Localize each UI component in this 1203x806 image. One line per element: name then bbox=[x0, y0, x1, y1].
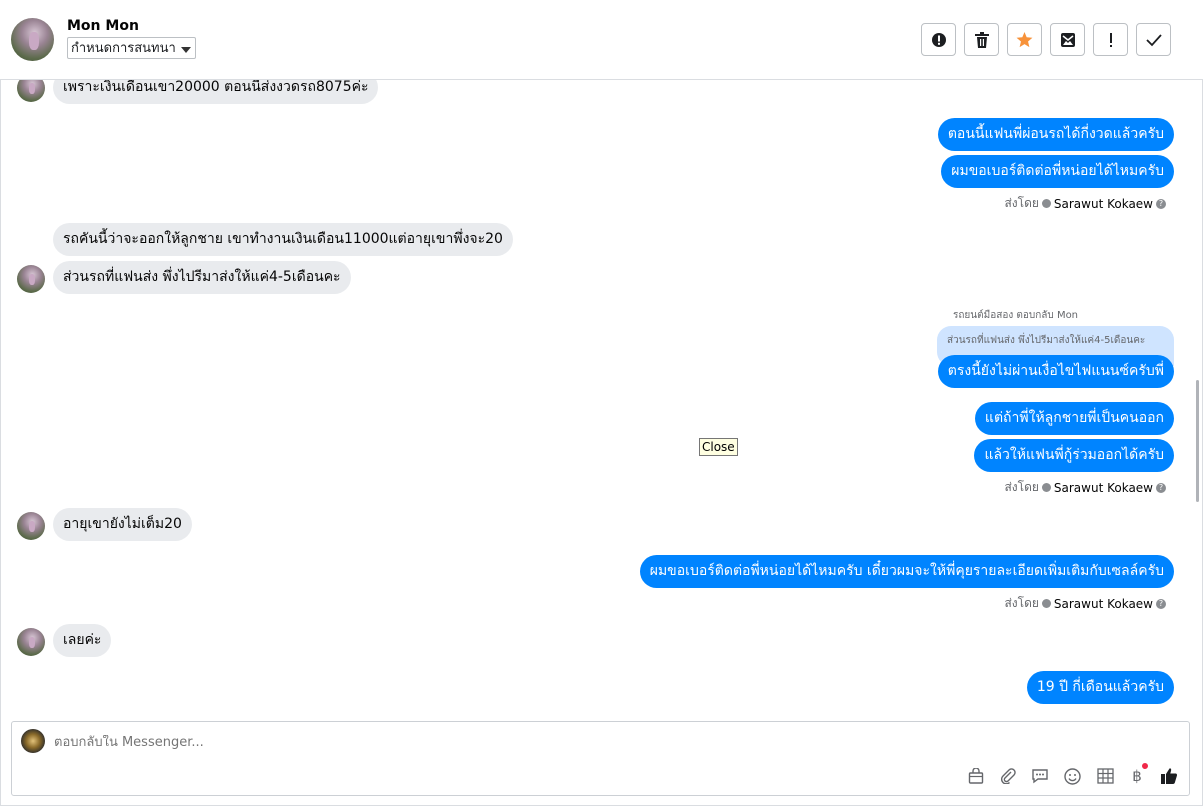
agent-badge-icon bbox=[1041, 199, 1051, 208]
contact-avatar[interactable] bbox=[11, 18, 54, 61]
incoming-message[interactable]: อายุเขายังไม่เต็ม20 bbox=[53, 508, 192, 541]
emoji-icon[interactable] bbox=[1062, 766, 1082, 786]
delete-button[interactable] bbox=[964, 23, 999, 56]
incoming-message[interactable]: เพราะเงินเดือนเขา20000 ตอนนี้ส่งงวดรถ807… bbox=[53, 80, 379, 104]
outgoing-message[interactable]: 19 ปี กี่เดือนแล้วครับ bbox=[1026, 671, 1174, 704]
trash-icon bbox=[974, 31, 989, 48]
notification-dot bbox=[1142, 763, 1148, 769]
exclamation-icon bbox=[1109, 32, 1112, 47]
tooltip: Close bbox=[699, 438, 738, 456]
baht-icon[interactable]: ฿ bbox=[1127, 763, 1148, 786]
help-icon[interactable]: ? bbox=[1156, 482, 1166, 493]
outgoing-message[interactable]: แต่ถ้าพี่ให้ลูกชายพี่เป็นคนออก bbox=[974, 402, 1174, 435]
envelope-image-icon bbox=[1060, 32, 1075, 47]
agent-badge-icon bbox=[1041, 599, 1051, 608]
star-icon bbox=[1016, 31, 1033, 47]
sender-avatar[interactable] bbox=[17, 265, 45, 293]
page-avatar bbox=[21, 729, 45, 753]
help-icon[interactable]: ? bbox=[1156, 598, 1166, 609]
outgoing-message[interactable]: ผมขอเบอร์ติดต่อพี่หน่อยได้ไหมครับ เดี๋ยว… bbox=[639, 555, 1174, 588]
mark-spam-button[interactable] bbox=[921, 23, 956, 56]
help-icon[interactable]: ? bbox=[1156, 198, 1166, 209]
sender-avatar[interactable] bbox=[17, 628, 45, 656]
outgoing-message[interactable]: ตอนนี้แฟนพี่ผ่อนรถได้กี่งวดแล้วครับ bbox=[937, 118, 1174, 151]
saved-reply-icon[interactable] bbox=[1030, 766, 1050, 786]
sent-by-label: ส่งโดย Sarawut Kokaew ? bbox=[1004, 478, 1166, 497]
paperclip-icon[interactable] bbox=[998, 766, 1018, 786]
conversation-header: Mon Mon กำหนดการสนทนา bbox=[0, 0, 1203, 80]
sender-avatar[interactable] bbox=[17, 512, 45, 540]
mark-done-button[interactable] bbox=[1136, 23, 1171, 56]
reply-input[interactable] bbox=[54, 735, 654, 750]
mark-unread-button[interactable] bbox=[1050, 23, 1085, 56]
outgoing-message[interactable]: ตรงนี้ยังไม่ผ่านเงื่อไขไฟแนนซ์ครับพี่ bbox=[937, 355, 1174, 388]
conversation-label-select[interactable]: กำหนดการสนทนา bbox=[67, 37, 196, 59]
sent-by-prefix: ส่งโดย bbox=[1004, 196, 1039, 210]
sent-by-label: ส่งโดย Sarawut Kokaew ? bbox=[1004, 194, 1166, 213]
reply-context-label: รถยนต์มือสอง ตอบกลับ Mon bbox=[953, 310, 1079, 321]
message-thread[interactable]: เพราะเงินเดือนเขา20000 ตอนนี้ส่งงวดรถ807… bbox=[0, 80, 1195, 716]
message-composer: ฿ bbox=[11, 721, 1190, 796]
sent-by-prefix: ส่งโดย bbox=[1004, 596, 1039, 610]
outgoing-message[interactable]: แล้วให้แฟนพี่กู้ร่วมออกได้ครับ bbox=[974, 439, 1174, 472]
star-button[interactable] bbox=[1007, 23, 1042, 56]
mark-important-button[interactable] bbox=[1093, 23, 1128, 56]
agent-name[interactable]: Sarawut Kokaew bbox=[1054, 597, 1153, 611]
incoming-message[interactable]: ส่วนรถที่แฟนส่ง พึ่งไปรีมาส่งให้แค่4-5เด… bbox=[53, 261, 351, 294]
sent-by-label: ส่งโดย Sarawut Kokaew ? bbox=[1004, 594, 1166, 613]
label-select-value: กำหนดการสนทนา bbox=[71, 41, 176, 56]
bag-icon[interactable] bbox=[966, 766, 986, 786]
checkmark-icon bbox=[1145, 33, 1162, 46]
agent-badge-icon bbox=[1041, 483, 1051, 492]
agent-name[interactable]: Sarawut Kokaew bbox=[1054, 481, 1153, 495]
contact-name[interactable]: Mon Mon bbox=[67, 18, 139, 34]
incoming-message[interactable]: เลยค่ะ bbox=[53, 624, 112, 657]
sender-avatar[interactable] bbox=[17, 80, 45, 102]
outgoing-message[interactable]: ผมขอเบอร์ติดต่อพี่หน่อยได้ไหมครับ bbox=[941, 155, 1174, 188]
incoming-message[interactable]: รถคันนี้ว่าจะออกให้ลูกชาย เขาทำงานเงินเด… bbox=[53, 223, 513, 256]
chevron-down-icon bbox=[181, 47, 191, 53]
table-icon[interactable] bbox=[1095, 766, 1115, 786]
thread-scrollbar[interactable] bbox=[1196, 380, 1199, 502]
alert-circle-icon bbox=[931, 32, 946, 47]
like-icon[interactable] bbox=[1159, 766, 1179, 786]
agent-name[interactable]: Sarawut Kokaew bbox=[1054, 197, 1153, 211]
sent-by-prefix: ส่งโดย bbox=[1004, 480, 1039, 494]
